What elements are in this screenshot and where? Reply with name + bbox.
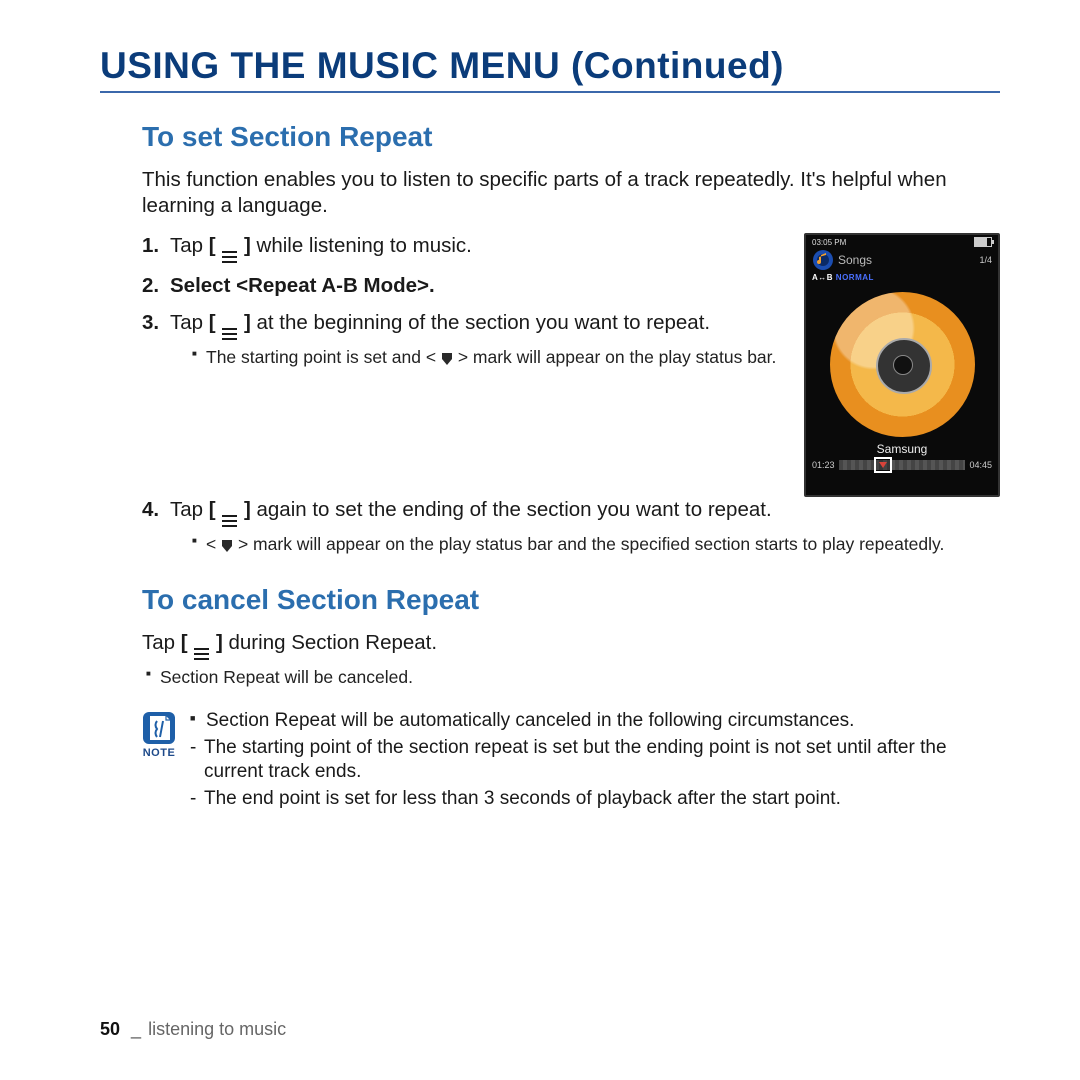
device-track-title: Samsung (806, 442, 998, 456)
subheading-cancel-section-repeat: To cancel Section Repeat (100, 584, 1000, 616)
music-app-icon (812, 249, 834, 271)
step-2: 2. Select <Repeat A-B Mode>. (142, 273, 784, 299)
menu-icon (222, 515, 237, 527)
step-3-sub: The starting point is set and < > mark w… (192, 346, 784, 369)
cancel-line: Tap [ ] during Section Repeat. (142, 630, 1000, 660)
page-footer: 50 _ listening to music (100, 1019, 286, 1040)
section-repeat-marker (874, 457, 892, 473)
note-main: Section Repeat will be automatically can… (190, 709, 1000, 734)
marker-down-icon (442, 353, 452, 365)
step-3: 3. Tap [ ] at the beginning of the secti… (142, 310, 784, 369)
note-label: NOTE (143, 747, 176, 759)
step-4: 4. Tap [ ] again to set the ending of th… (142, 497, 1000, 556)
page-title: USING THE MUSIC MENU (Continued) (100, 45, 1000, 93)
menu-icon (222, 251, 237, 263)
subheading-set-section-repeat: To set Section Repeat (100, 121, 1000, 153)
note-icon (142, 711, 176, 745)
marker-down-icon (222, 540, 232, 552)
menu-icon (194, 648, 209, 660)
chapter-name: listening to music (148, 1019, 286, 1039)
device-mode-normal: NORMAL (836, 273, 874, 282)
device-time-total: 04:45 (969, 460, 992, 470)
step-4-sub: < > mark will appear on the play status … (192, 533, 1000, 556)
note-dash-1: The starting point of the section repeat… (190, 736, 1000, 785)
battery-icon (974, 237, 992, 247)
intro-paragraph: This function enables you to listen to s… (142, 167, 1000, 219)
menu-icon (222, 328, 237, 340)
album-disc (830, 292, 975, 437)
device-clock: 03:05 PM (812, 238, 846, 247)
cancel-sub: Section Repeat will be canceled. (146, 666, 1000, 689)
device-screenshot: 03:05 PM Songs 1/4 A↔B NORMAL (804, 233, 1000, 497)
device-screen-title: Songs (838, 253, 872, 267)
device-mode-ab: A↔B (812, 273, 833, 282)
device-time-elapsed: 01:23 (812, 460, 835, 470)
note-dash-2: The end point is set for less than 3 sec… (190, 787, 1000, 812)
device-progress-bar (839, 460, 966, 470)
step-1: 1. Tap [ ] while listening to music. (142, 233, 784, 263)
page-number: 50 (100, 1019, 120, 1039)
device-track-count: 1/4 (979, 255, 992, 265)
